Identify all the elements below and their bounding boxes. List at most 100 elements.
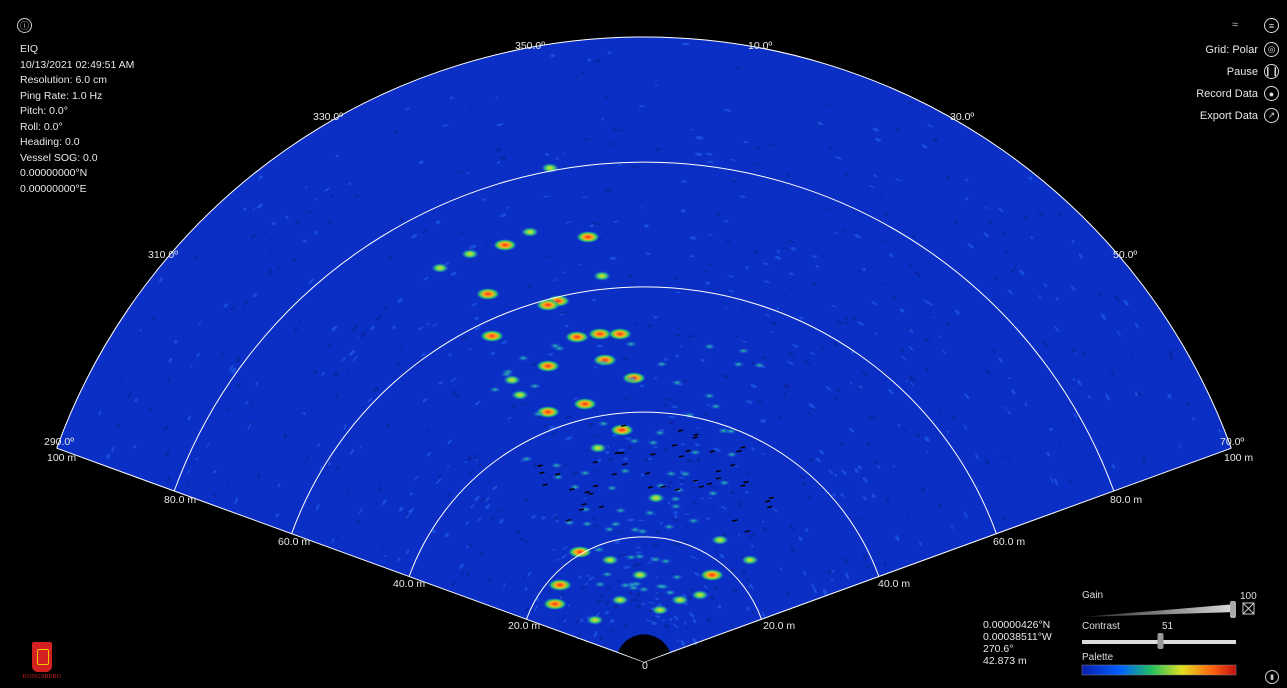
sonar-return-weak [597, 359, 610, 366]
grid-label: Grid: Polar [1205, 43, 1258, 56]
dark-target-streak [678, 455, 685, 458]
sonar-return-weak [689, 449, 702, 456]
range-label-left-100: 100 m [47, 452, 77, 464]
dark-target-streak [740, 484, 746, 487]
dark-target-streak [693, 433, 699, 436]
range-label-origin: 0 [642, 660, 648, 672]
record-label: Record Data [1196, 87, 1258, 100]
sonar-return-weak [528, 383, 541, 390]
bearing-label-30: 30.0º [950, 111, 975, 123]
dark-target-streak [692, 436, 698, 439]
sonar-return-weak [732, 361, 745, 368]
signal-icon[interactable]: ▮ [1265, 670, 1279, 684]
bearing-label-290: 290.0º [44, 436, 75, 448]
dark-target-streak [674, 488, 680, 491]
dark-target-streak [732, 519, 738, 522]
sonar-return-weak [628, 438, 641, 444]
sonar-return-medium [431, 263, 449, 273]
sonar-return-strong [548, 579, 572, 591]
dark-target-streak [744, 530, 750, 533]
pause-label: Pause [1226, 65, 1258, 78]
dark-target-streak [581, 503, 587, 506]
range-label-right-60: 60.0 m [993, 536, 1026, 548]
dark-target-streak [592, 460, 599, 464]
sonar-return-weak [725, 451, 738, 458]
pause-button[interactable]: Pause ❙❙ [1227, 64, 1279, 79]
sonar-return-weak [665, 470, 678, 477]
sonar-return-strong [480, 330, 504, 342]
dark-target-streak [644, 472, 651, 475]
grid-polar-button[interactable]: Grid: Polar ◎ [1205, 42, 1279, 57]
sonar-return-weak [619, 582, 632, 589]
palette-bar[interactable] [1081, 664, 1237, 676]
dark-target-streak [715, 477, 721, 480]
sonar-return-medium [601, 555, 619, 565]
dark-target-streak [706, 482, 713, 486]
sonar-return-medium [651, 605, 669, 615]
sonar-fan [56, 36, 1232, 662]
sonar-display[interactable] [0, 0, 1287, 688]
dark-target-streak [730, 463, 736, 467]
vessel-sog: Vessel SOG: 0.0 [20, 151, 98, 164]
sonar-return-weak [597, 420, 610, 427]
sonar-return-strong [608, 328, 632, 340]
export-data-button[interactable]: Export Data ↗ [1200, 108, 1279, 123]
dark-target-streak [622, 462, 628, 466]
sonar-return-weak [603, 526, 616, 533]
device-name: EIQ [20, 43, 39, 55]
info-icon[interactable]: ⓘ [17, 18, 32, 33]
menu-button[interactable]: ≡ [1264, 18, 1279, 33]
sonar-return-weak [703, 343, 716, 350]
kongsberg-shield-icon [32, 642, 52, 672]
sonar-return-strong [568, 546, 592, 558]
contrast-label: Contrast [1082, 621, 1120, 632]
dark-target-streak [569, 488, 575, 491]
sonar-return-weak [687, 517, 700, 524]
sonar-return-weak [614, 507, 627, 514]
dark-target-streak [709, 450, 716, 453]
dark-target-streak [768, 496, 775, 500]
sonar-return-weak [601, 571, 614, 578]
gain-label: Gain [1082, 590, 1104, 601]
dark-target-streak [736, 449, 742, 453]
dark-target-streak [660, 485, 666, 488]
sonar-return-medium [511, 390, 529, 400]
sonar-return-weak [753, 362, 766, 369]
sonar-return-weak [737, 347, 750, 354]
speckle-mark [644, 224, 649, 228]
status-panel: EIQ 10/13/2021 02:49:51 AM Resolution: 6… [20, 42, 134, 197]
sonar-return-weak [532, 411, 545, 417]
sonar-return-strong [700, 569, 724, 581]
sonar-return-weak [517, 355, 530, 362]
timestamp: 10/13/2021 02:49:51 AM [20, 58, 135, 71]
sonar-return-medium [593, 271, 611, 281]
dark-target-streak [715, 469, 722, 473]
dark-target-streak [698, 485, 704, 488]
bearing-label-330: 330.0º [313, 111, 344, 123]
record-data-button[interactable]: Record Data ● [1196, 86, 1279, 101]
sonar-return-medium [691, 590, 709, 600]
contrast-slider-thumb[interactable] [1157, 633, 1164, 649]
sonar-return-weak [655, 361, 668, 368]
sonar-return-medium [461, 249, 479, 259]
gain-slider-track[interactable] [1082, 604, 1236, 617]
bearing-label-310: 310.0º [148, 249, 179, 261]
sonar-return-weak [659, 558, 672, 565]
dark-target-streak [764, 500, 771, 503]
sonar-return-medium [671, 595, 689, 605]
sonar-return-strong [573, 398, 597, 410]
ping-rate: Ping Rate: 1.0 Hz [20, 89, 103, 102]
range-label-right-80: 80.0 m [1110, 494, 1143, 506]
sonar-return-strong [565, 331, 589, 343]
sonar-return-weak [671, 574, 684, 581]
resolution: Resolution: 6.0 cm [20, 74, 107, 86]
sonar-return-weak [679, 470, 692, 477]
sonar-return-weak [654, 429, 666, 436]
dark-target-streak [554, 473, 561, 476]
sonar-return-weak [579, 470, 592, 476]
sonar-return-weak [647, 439, 660, 446]
gain-slider-thumb[interactable] [1230, 601, 1236, 618]
sonar-return-medium [611, 595, 629, 605]
speckle-mark [640, 473, 645, 477]
dark-target-streak [743, 480, 749, 484]
